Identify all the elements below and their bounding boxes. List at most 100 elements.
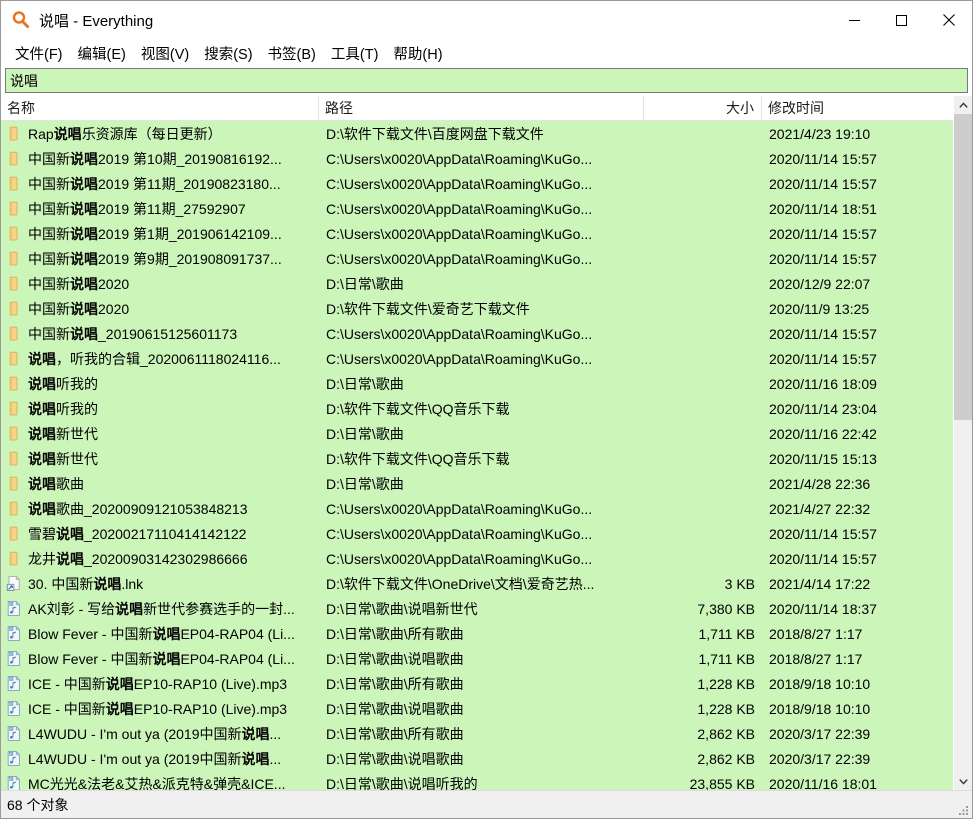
menu-view[interactable]: 视图(V) [135,41,195,67]
menu-edit[interactable]: 编辑(E) [72,41,132,67]
folder-icon [6,350,23,367]
maximize-button[interactable] [878,1,925,39]
cell-name: Rap说唱乐资源库（每日更新） [1,121,319,146]
folder-icon [6,425,23,442]
column-header-date[interactable]: 修改时间 [762,96,953,120]
cell-path: D:\日常\歌曲\说唱新世代 [326,600,478,617]
table-row[interactable]: MP3 MC光光&法老&艾热&派克特&弹壳&ICE... D:\日常\歌曲\说唱听我… [1,771,953,790]
table-row[interactable]: 中国新说唱2019 第11期_27592907 C:\Users\x0020\Ap… [1,196,953,221]
table-row[interactable]: MP3 Blow Fever - 中国新说唱EP04-RAP04 (Li... D:… [1,621,953,646]
table-row[interactable]: MP3 AK刘彰 - 写给说唱新世代参赛选手的一封... D:\日常\歌曲\说唱新世… [1,596,953,621]
cell-name: 说唱歌曲 [1,471,319,496]
cell-name: 中国新说唱2020 [1,296,319,321]
cell-date: 2020/11/14 15:57 [769,325,877,342]
table-row[interactable]: 中国新说唱2019 第11期_20190823180... C:\Users\x0… [1,171,953,196]
file-name-text: 中国新说唱2019 第1期_201906142109... [28,225,282,242]
cell-size [644,271,762,296]
mp3-icon: MP3 [6,650,23,667]
table-row[interactable]: 说唱，听我的合辑_2020061118024116... C:\Users\x00… [1,346,953,371]
everything-window: 说唱 - Everything 文件(F) 编辑(E) 视图(V) 搜索(S) … [0,0,973,819]
file-name-text: 说唱，听我的合辑_2020061118024116... [28,350,281,367]
table-row[interactable]: MP3 Blow Fever - 中国新说唱EP04-RAP04 (Li... D:… [1,646,953,671]
table-row[interactable]: Rap说唱乐资源库（每日更新） D:\软件下载文件\百度网盘下载文件 2021/4/… [1,121,953,146]
scrollbar-thumb[interactable] [954,114,972,420]
cell-path: D:\日常\歌曲 [326,475,404,492]
table-row[interactable]: 说唱新世代 D:\日常\歌曲 2020/11/16 22:42 [1,421,953,446]
cell-path: C:\Users\x0020\AppData\Roaming\KuGo... [326,325,593,342]
column-header-name[interactable]: 名称 [1,96,319,120]
folder-icon [6,175,23,192]
menu-help[interactable]: 帮助(H) [387,41,448,67]
cell-date: 2020/11/14 23:04 [769,400,877,417]
column-header-size[interactable]: 大小 [644,96,762,120]
cell-path: D:\软件下载文件\爱奇艺下载文件 [326,300,530,317]
menu-file[interactable]: 文件(F) [9,41,69,67]
table-row[interactable]: 龙井说唱_20200903142302986666 C:\Users\x0020\… [1,546,953,571]
svg-text:MP3: MP3 [9,777,15,781]
file-name-text: Rap说唱乐资源库（每日更新） [28,125,222,142]
table-row[interactable]: 中国新说唱_20190615125601173 C:\Users\x0020\Ap… [1,321,953,346]
table-row[interactable]: MP3 L4WUDU - I'm out ya (2019中国新说唱... D:\日… [1,721,953,746]
cell-name: 说唱新世代 [1,421,319,446]
cell-date: 2020/11/14 18:51 [769,200,877,217]
cell-size [644,346,762,371]
cell-path: C:\Users\x0020\AppData\Roaming\KuGo... [326,175,593,192]
table-row[interactable]: MP3 ICE - 中国新说唱EP10-RAP10 (Live).mp3 D:\日常… [1,696,953,721]
folder-icon [6,525,23,542]
cell-name: MP3 L4WUDU - I'm out ya (2019中国新说唱... [1,746,319,771]
cell-name: MP3 MC光光&法老&艾热&派克特&弹壳&ICE... [1,771,319,790]
scrollbar-track[interactable] [954,114,972,772]
table-row[interactable]: 中国新说唱2019 第9期_201908091737... C:\Users\x0… [1,246,953,271]
table-row[interactable]: MP3 ICE - 中国新说唱EP10-RAP10 (Live).mp3 D:\日常… [1,671,953,696]
file-name-text: L4WUDU - I'm out ya (2019中国新说唱... [28,750,282,767]
vertical-scrollbar[interactable] [953,96,972,790]
cell-size: 1,711 KB [698,650,755,667]
table-row[interactable]: 说唱听我的 D:\软件下载文件\QQ音乐下载 2020/11/14 23:04 [1,396,953,421]
table-row[interactable]: 说唱新世代 D:\软件下载文件\QQ音乐下载 2020/11/15 15:13 [1,446,953,471]
cell-date: 2018/9/18 10:10 [769,675,871,692]
mp3-icon: MP3 [6,625,23,642]
close-button[interactable] [925,1,972,39]
file-name-text: 中国新说唱_20190615125601173 [28,325,238,342]
results-rows: Rap说唱乐资源库（每日更新） D:\软件下载文件\百度网盘下载文件 2021/4/… [1,121,953,790]
table-row[interactable]: 说唱听我的 D:\日常\歌曲 2020/11/16 18:09 [1,371,953,396]
minimize-button[interactable] [831,1,878,39]
table-row[interactable]: 说唱歌曲 D:\日常\歌曲 2021/4/28 22:36 [1,471,953,496]
column-header-path[interactable]: 路径 [319,96,644,120]
table-row[interactable]: MP3 L4WUDU - I'm out ya (2019中国新说唱... D:\日… [1,746,953,771]
menu-bookmark[interactable]: 书签(B) [262,41,322,67]
menu-search[interactable]: 搜索(S) [198,41,258,67]
cell-name: 说唱听我的 [1,371,319,396]
resize-grip-icon[interactable] [957,803,969,815]
table-row[interactable]: 说唱歌曲_20200909121053848213 C:\Users\x0020\… [1,496,953,521]
table-row[interactable]: 30. 中国新说唱.lnk D:\软件下载文件\OneDrive\文档\爱奇艺热.… [1,571,953,596]
mp3-icon: MP3 [6,600,23,617]
cell-path: D:\日常\歌曲\说唱歌曲 [326,750,464,767]
cell-path: D:\日常\歌曲\说唱歌曲 [326,650,464,667]
mp3-icon: MP3 [6,675,23,692]
svg-text:MP3: MP3 [9,652,15,656]
cell-size [644,546,762,571]
table-row[interactable]: 中国新说唱2020 D:\日常\歌曲 2020/12/9 22:07 [1,271,953,296]
cell-path: C:\Users\x0020\AppData\Roaming\KuGo... [326,350,593,367]
cell-name: MP3 ICE - 中国新说唱EP10-RAP10 (Live).mp3 [1,671,319,696]
scroll-down-arrow-icon[interactable] [954,772,972,790]
menu-tools[interactable]: 工具(T) [325,41,385,67]
cell-name: 说唱新世代 [1,446,319,471]
table-row[interactable]: 中国新说唱2020 D:\软件下载文件\爱奇艺下载文件 2020/11/9 13:2… [1,296,953,321]
table-row[interactable]: 中国新说唱2019 第1期_201906142109... C:\Users\x0… [1,221,953,246]
search-input[interactable] [5,68,968,93]
cell-size: 2,862 KB [697,750,755,767]
scroll-up-arrow-icon[interactable] [954,96,972,114]
table-row[interactable]: 中国新说唱2019 第10期_20190816192... C:\Users\x0… [1,146,953,171]
mp3-icon: MP3 [6,725,23,742]
file-name-text: 中国新说唱2019 第9期_201908091737... [28,250,282,267]
cell-path: C:\Users\x0020\AppData\Roaming\KuGo... [326,550,593,567]
file-name-text: 说唱新世代 [28,425,98,442]
table-row[interactable]: 雪碧说唱_20200217110414142122 C:\Users\x0020\… [1,521,953,546]
svg-text:MP3: MP3 [9,752,15,756]
cell-date: 2020/11/14 15:57 [769,550,877,567]
file-name-text: 中国新说唱2019 第11期_27592907 [28,200,246,217]
cell-date: 2021/4/14 17:22 [769,575,871,592]
mp3-icon: MP3 [6,775,23,790]
